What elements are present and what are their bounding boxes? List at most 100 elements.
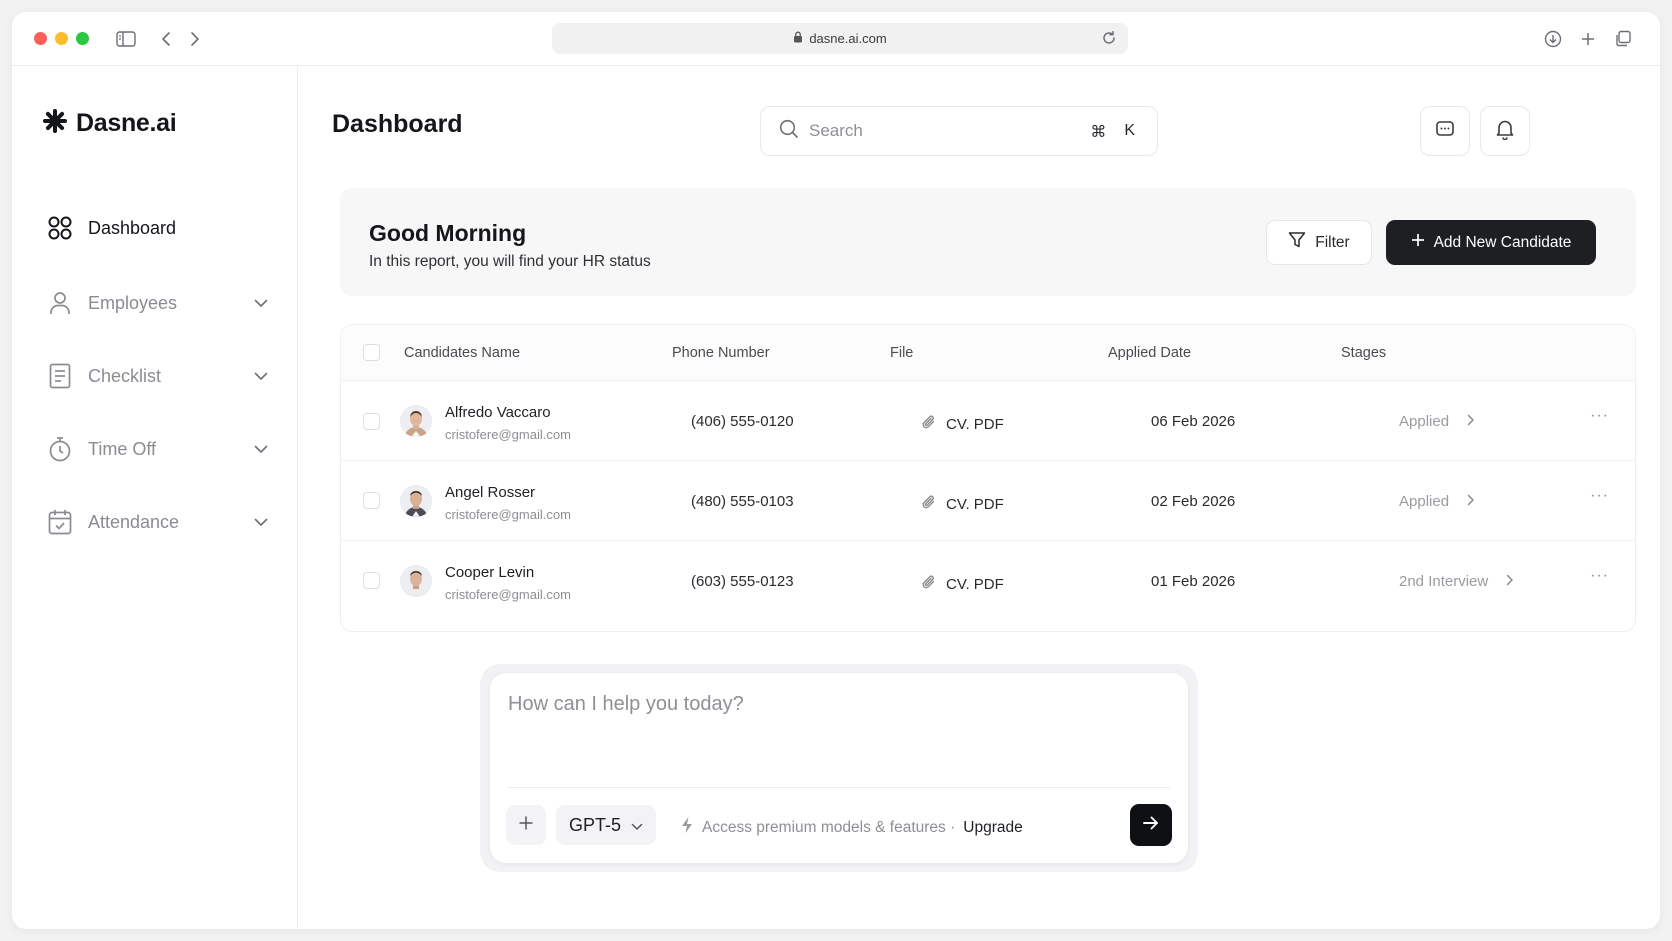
command-key-icon: ⌘	[1090, 124, 1107, 141]
sidebar-item-checklist[interactable]: Checklist	[46, 356, 276, 396]
row-checkbox[interactable]	[363, 492, 380, 509]
column-header-file[interactable]: File	[890, 345, 913, 361]
address-bar[interactable]: dasne.ai.com	[552, 23, 1128, 54]
search-box[interactable]: ⌘ K	[760, 106, 1158, 156]
candidate-email: cristofere@gmail.com	[445, 427, 571, 442]
sidebar-item-label: Employees	[88, 292, 178, 313]
chat-bubble-icon	[1435, 119, 1455, 144]
filter-button[interactable]: Filter	[1266, 220, 1372, 265]
stage-label: Applied	[1399, 413, 1450, 430]
stage-link[interactable]: 2nd Interview	[1399, 573, 1514, 590]
search-input[interactable]	[809, 121, 1079, 141]
minimize-window-button[interactable]	[55, 32, 68, 45]
maximize-window-button[interactable]	[76, 32, 89, 45]
avatar	[400, 405, 432, 437]
logo[interactable]: Dasne.ai	[42, 108, 177, 139]
paperclip-icon	[921, 413, 937, 435]
avatar	[400, 565, 432, 597]
column-header-stages[interactable]: Stages	[1341, 345, 1386, 361]
logo-text: Dasne.ai	[76, 109, 177, 137]
reload-icon[interactable]	[1100, 29, 1118, 50]
sidebar-item-label: Time Off	[88, 438, 157, 459]
back-arrow-icon[interactable]	[155, 28, 177, 50]
sidebar-item-label: Dashboard	[88, 217, 177, 238]
file-label: CV. PDF	[946, 575, 1004, 593]
greeting-card: Good Morning In this report, you will fi…	[340, 188, 1636, 296]
candidate-name[interactable]: Cooper Levin	[445, 564, 534, 581]
stage-link[interactable]: Applied	[1399, 413, 1475, 430]
premium-upsell: Access premium models & features · Upgra…	[680, 816, 1023, 839]
candidate-name[interactable]: Angel Rosser	[445, 484, 535, 501]
table-row[interactable]: Angel Rosser cristofere@gmail.com (480) …	[341, 461, 1635, 541]
sidebar-toggle-icon[interactable]	[115, 28, 137, 50]
applied-date: 06 Feb 2026	[1151, 413, 1236, 430]
chevron-right-icon	[1467, 413, 1475, 430]
candidate-email: cristofere@gmail.com	[445, 507, 571, 522]
candidate-phone: (480) 555-0103	[691, 493, 794, 510]
sidebar-item-label: Checklist	[88, 365, 162, 386]
more-options-icon[interactable]: ···	[1590, 487, 1609, 505]
close-window-button[interactable]	[34, 32, 47, 45]
filter-label: Filter	[1315, 233, 1350, 251]
file-attachment[interactable]: CV. PDF	[921, 493, 1004, 515]
lock-icon	[793, 31, 803, 46]
attach-button[interactable]	[506, 805, 546, 845]
greeting-subtitle: In this report, you will find your HR st…	[369, 253, 651, 270]
candidates-table: Candidates Name Phone Number File Applie…	[340, 324, 1636, 632]
tabs-overview-icon[interactable]	[1612, 28, 1634, 50]
upgrade-link[interactable]: Upgrade	[963, 819, 1022, 837]
column-header-name[interactable]: Candidates Name	[404, 345, 520, 361]
sidebar-item-employees[interactable]: Employees	[46, 283, 276, 323]
more-options-icon[interactable]: ···	[1590, 567, 1609, 585]
select-all-checkbox[interactable]	[363, 344, 380, 361]
browser-toolbar: dasne.ai.com	[12, 12, 1660, 66]
table-row[interactable]: Cooper Levin cristofere@gmail.com (603) …	[341, 541, 1635, 621]
stage-link[interactable]: Applied	[1399, 493, 1475, 510]
more-options-icon[interactable]: ···	[1590, 407, 1609, 425]
chevron-down-icon[interactable]	[254, 514, 268, 532]
sidebar-item-time-off[interactable]: Time Off	[46, 429, 276, 469]
model-selector[interactable]: GPT-5	[556, 805, 656, 845]
chevron-down-icon[interactable]	[254, 295, 268, 313]
file-attachment[interactable]: CV. PDF	[921, 573, 1004, 595]
table-header: Candidates Name Phone Number File Applie…	[341, 325, 1635, 381]
plus-icon	[1411, 233, 1425, 252]
chat-box: GPT-5 Access premium models & features ·…	[490, 673, 1188, 863]
model-label: GPT-5	[568, 814, 621, 835]
messages-button[interactable]	[1420, 106, 1470, 156]
avatar	[400, 485, 432, 517]
sidebar-item-label: Attendance	[88, 511, 180, 532]
download-icon[interactable]	[1542, 28, 1564, 50]
new-tab-plus-icon[interactable]	[1577, 28, 1599, 50]
row-checkbox[interactable]	[363, 413, 380, 430]
window-controls	[34, 32, 89, 45]
file-attachment[interactable]: CV. PDF	[921, 413, 1004, 435]
column-header-applied-date[interactable]: Applied Date	[1108, 345, 1191, 361]
page-title: Dashboard	[332, 110, 463, 138]
sidebar-item-attendance[interactable]: Attendance	[46, 502, 276, 542]
candidate-name[interactable]: Alfredo Vaccaro	[445, 404, 551, 421]
user-icon	[46, 289, 74, 317]
arrow-right-icon	[1142, 815, 1160, 836]
send-button[interactable]	[1130, 804, 1172, 846]
add-new-candidate-button[interactable]: Add New Candidate	[1386, 220, 1596, 265]
chevron-down-icon[interactable]	[254, 441, 268, 459]
row-checkbox[interactable]	[363, 572, 380, 589]
greeting-title: Good Morning	[369, 220, 527, 246]
sidebar-item-dashboard[interactable]: Dashboard	[46, 208, 276, 248]
column-header-phone[interactable]: Phone Number	[672, 345, 770, 361]
forward-arrow-icon[interactable]	[184, 28, 206, 50]
premium-text: Access premium models & features ·	[702, 818, 956, 836]
chevron-right-icon	[1506, 573, 1514, 590]
chat-input[interactable]	[508, 693, 1158, 763]
chevron-down-icon[interactable]	[254, 368, 268, 386]
filter-icon	[1288, 231, 1306, 254]
search-icon	[779, 119, 799, 144]
chevron-right-icon	[1467, 493, 1475, 510]
stage-label: 2nd Interview	[1399, 573, 1489, 590]
table-row[interactable]: Alfredo Vaccaro cristofere@gmail.com (40…	[341, 381, 1635, 461]
shortcut-key: K	[1124, 122, 1135, 139]
notifications-button[interactable]	[1480, 106, 1530, 156]
url-text: dasne.ai.com	[809, 31, 887, 46]
stopwatch-icon	[46, 435, 74, 463]
